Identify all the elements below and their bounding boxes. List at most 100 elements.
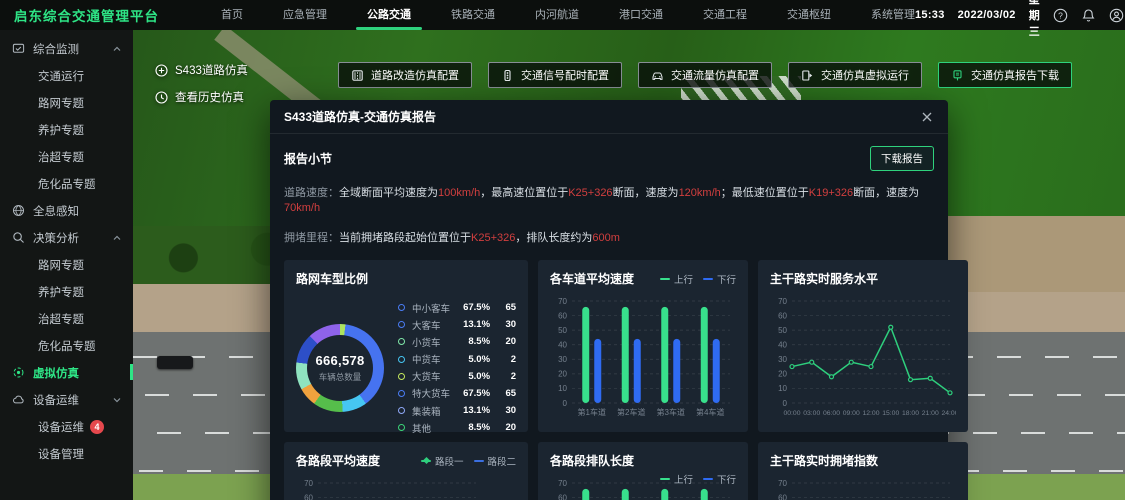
- legend-dot: [398, 424, 405, 431]
- simulation-run-icon: [801, 69, 814, 82]
- legend-label: 大货车: [412, 369, 450, 383]
- svg-text:30: 30: [558, 355, 567, 364]
- user-icon[interactable]: [1109, 8, 1124, 23]
- modal-header: S433道路仿真-交通仿真报告: [270, 100, 948, 134]
- svg-text:?: ?: [1058, 10, 1063, 20]
- sidebar-item[interactable]: 路网专题: [0, 251, 133, 278]
- toolbar-button[interactable]: 交通仿真虚拟运行: [788, 62, 922, 88]
- vehicle-mix-donut: 666,578 车辆总数量: [296, 324, 384, 412]
- sidebar-item-label: 路网专题: [38, 95, 84, 111]
- download-report-button[interactable]: 下载报告: [870, 146, 934, 171]
- svg-text:50: 50: [778, 325, 787, 334]
- sidebar-item[interactable]: 综合监测: [0, 35, 133, 62]
- toolbar-button-label: 交通仿真虚拟运行: [821, 67, 909, 83]
- sidebar-item[interactable]: 路网专题: [0, 89, 133, 116]
- nav-item[interactable]: 交通枢纽: [787, 0, 831, 30]
- svg-text:00:00: 00:00: [784, 410, 801, 417]
- nav-item[interactable]: 铁路交通: [451, 0, 495, 30]
- nav-item[interactable]: 内河航道: [535, 0, 579, 30]
- map-dirt-right: [945, 216, 1125, 292]
- legend-value: 30: [494, 319, 516, 330]
- svg-text:40: 40: [558, 340, 567, 349]
- nav-item[interactable]: 交通工程: [703, 0, 747, 30]
- simulation-toolbar: 道路改造仿真配置 交通信号配时配置 交通流量仿真配置 交通仿真虚拟运行 交通仿真报告下载: [338, 62, 1072, 88]
- toolbar-button-label: 道路改造仿真配置: [371, 67, 459, 83]
- toolbar-button-label: 交通仿真报告下载: [971, 67, 1059, 83]
- legend-percent: 13.1%: [454, 405, 490, 416]
- main-area: S433道路仿真查看历史仿真 道路改造仿真配置 交通信号配时配置 交通流量仿真配置 交…: [133, 30, 1125, 500]
- toolbar-button[interactable]: 交通信号配时配置: [488, 62, 622, 88]
- bell-icon[interactable]: [1081, 8, 1096, 23]
- legend-item: 上行: [660, 472, 693, 486]
- top-header: 启东综合交通管理平台 首页应急管理公路交通铁路交通内河航道港口交通交通工程交通枢…: [0, 0, 1125, 30]
- sidebar-item-label: 危化品专题: [38, 176, 96, 192]
- legend-value: 20: [494, 422, 516, 433]
- sidebar-item[interactable]: 决策分析: [0, 224, 133, 251]
- nav-item[interactable]: 系统管理: [871, 0, 915, 30]
- legend-item: 大客车13.1%30: [398, 318, 516, 332]
- car-icon: [651, 69, 664, 82]
- header-right: 15:33 2022/03/02 星期三 ?: [915, 0, 1124, 39]
- legend-value: 20: [494, 336, 516, 347]
- vehicle-total-label: 车辆总数量: [319, 371, 362, 383]
- sim-link[interactable]: 查看历史仿真: [155, 89, 248, 105]
- legend-percent: 8.5%: [454, 422, 490, 433]
- monitor-icon: [12, 42, 25, 55]
- legend-label: 小货车: [412, 335, 450, 349]
- nav-item[interactable]: 港口交通: [619, 0, 663, 30]
- legend-dot: [398, 373, 405, 380]
- chart-legend: 上行下行: [660, 472, 736, 486]
- legend-item: 集装箱13.1%30: [398, 404, 516, 418]
- card-queue-length: 各路段排队长度 上行下行 010203040506070: [538, 442, 748, 500]
- close-icon[interactable]: [920, 110, 934, 124]
- toolbar-button-label: 交通流量仿真配置: [671, 67, 759, 83]
- modal-title: S433道路仿真-交通仿真报告: [284, 108, 436, 125]
- sim-link[interactable]: S433道路仿真: [155, 62, 248, 78]
- nav-item[interactable]: 首页: [221, 0, 243, 30]
- sidebar-item[interactable]: 交通运行: [0, 62, 133, 89]
- sidebar-item[interactable]: 养护专题: [0, 116, 133, 143]
- legend-item: 路段二: [474, 454, 517, 468]
- legend-label: 其他: [412, 421, 450, 435]
- legend-item: 中小客车67.5%65: [398, 301, 516, 315]
- svg-text:10: 10: [558, 384, 567, 393]
- legend-item: 中货车5.0%2: [398, 352, 516, 366]
- sidebar-item[interactable]: 设备管理: [0, 440, 133, 467]
- toolbar-button[interactable]: 道路改造仿真配置: [338, 62, 472, 88]
- sidebar-item[interactable]: 虚拟仿真: [0, 359, 133, 386]
- sidebar-item-label: 治超专题: [38, 311, 84, 327]
- svg-text:20: 20: [778, 369, 787, 378]
- sidebar-item[interactable]: 治超专题: [0, 305, 133, 332]
- sidebar-item[interactable]: 治超专题: [0, 143, 133, 170]
- svg-text:03:00: 03:00: [803, 410, 820, 417]
- svg-text:15:00: 15:00: [882, 410, 899, 417]
- sidebar-item-label: 设备运维: [38, 419, 84, 435]
- nav-item[interactable]: 应急管理: [283, 0, 327, 30]
- svg-text:50: 50: [558, 325, 567, 334]
- search-icon: [12, 231, 25, 244]
- legend-dot: [398, 390, 405, 397]
- traffic-light-icon: [501, 69, 514, 82]
- sidebar-item-label: 全息感知: [33, 203, 79, 219]
- sidebar-item[interactable]: 全息感知: [0, 197, 133, 224]
- nav-item[interactable]: 公路交通: [367, 0, 411, 30]
- legend-percent: 5.0%: [454, 354, 490, 365]
- sidebar-item[interactable]: 危化品专题: [0, 332, 133, 359]
- toolbar-button[interactable]: 交通仿真报告下载: [938, 62, 1072, 88]
- chevron-up-icon: [113, 45, 121, 53]
- card-title: 主干路实时拥堵指数: [770, 452, 956, 469]
- sidebar-item-label: 设备管理: [38, 446, 84, 462]
- legend-item: 大货车5.0%2: [398, 369, 516, 383]
- svg-text:24:00: 24:00: [942, 410, 957, 417]
- svg-text:21:00: 21:00: [922, 410, 939, 417]
- lane-speed-chart: 010203040506070第1车道第2车道第3车道第4车道: [550, 293, 736, 419]
- sidebar-item[interactable]: 设备运维: [0, 386, 133, 413]
- sidebar-item[interactable]: 设备运维 4: [0, 413, 133, 440]
- question-icon[interactable]: ?: [1053, 8, 1068, 23]
- toolbar-button[interactable]: 交通流量仿真配置: [638, 62, 772, 88]
- legend-percent: 67.5%: [454, 302, 490, 313]
- notification-badge: 4: [90, 420, 104, 434]
- sidebar-item[interactable]: 危化品专题: [0, 170, 133, 197]
- report-paragraph: 拥堵里程：当前拥堵路段起始位置位于K25+326，排队长度约为600m: [270, 231, 948, 246]
- sidebar-item[interactable]: 养护专题: [0, 278, 133, 305]
